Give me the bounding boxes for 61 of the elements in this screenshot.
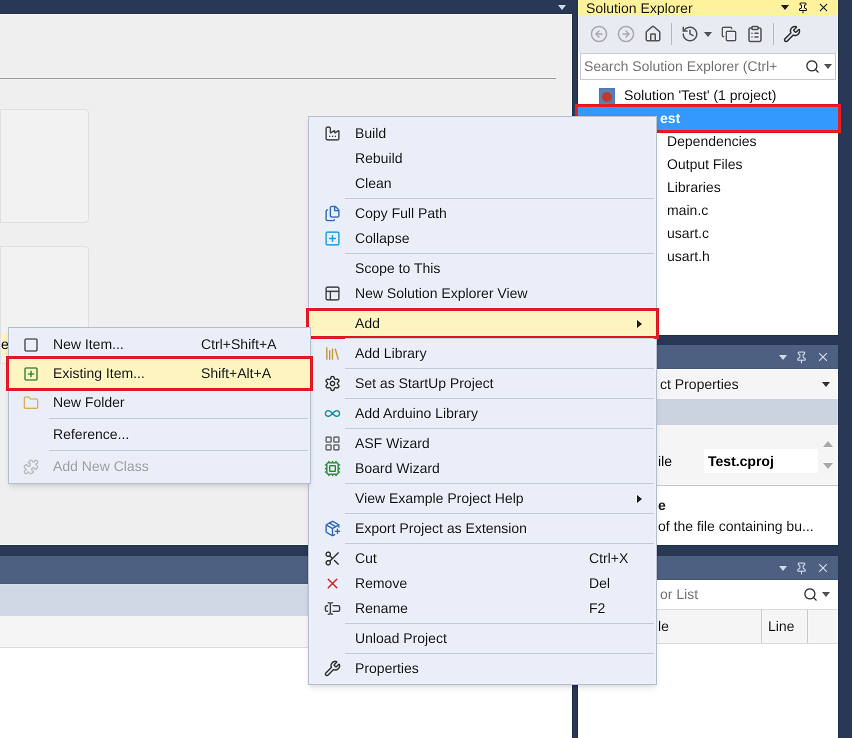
menu-item[interactable]: Reference...: [9, 420, 310, 449]
property-name: ile: [657, 452, 674, 470]
dropdown-caret-icon: [558, 4, 566, 10]
submenu-arrow-icon: [637, 494, 642, 502]
menu-item[interactable]: Export Project as Extension: [309, 516, 656, 541]
windows-icon: [324, 285, 340, 302]
menu-item[interactable]: Board Wizard: [309, 456, 656, 481]
dropdown-caret-icon: [824, 64, 832, 69]
dropdown-caret-icon: [779, 354, 787, 360]
folder-icon: [23, 394, 39, 410]
menu-item[interactable]: Add: [309, 311, 656, 336]
package-icon: [324, 520, 340, 537]
books-icon: [324, 345, 340, 362]
menu-item[interactable]: View Example Project Help: [309, 486, 656, 511]
files-icon: [324, 205, 340, 222]
chip-icon: [324, 460, 340, 477]
menu-item[interactable]: Collapse: [309, 226, 656, 251]
menu-item[interactable]: Clean: [309, 171, 656, 196]
property-value: Test.cproj: [704, 449, 818, 473]
menu-item[interactable]: Properties: [309, 656, 656, 681]
wrench-icon[interactable]: [783, 25, 801, 43]
dropdown-caret-icon: [781, 5, 789, 10]
search-icon: [805, 59, 820, 74]
menu-item[interactable]: Add Library: [309, 341, 656, 366]
clipboard-icon[interactable]: [746, 25, 764, 43]
pin-icon[interactable]: [797, 2, 809, 14]
close-icon[interactable]: [817, 1, 830, 14]
scissors-icon: [324, 550, 340, 567]
tree-item[interactable]: Solution 'Test' (1 project): [578, 84, 838, 107]
history-icon[interactable]: [681, 25, 699, 43]
search-field[interactable]: Search Solution Explorer (Ctrl+: [580, 53, 836, 80]
menu-item[interactable]: Cut Ctrl+X: [309, 546, 656, 571]
submenu-arrow-icon: [637, 320, 642, 328]
dropdown-caret-icon: [822, 592, 830, 597]
menu-item[interactable]: New Solution Explorer View: [309, 281, 656, 306]
menu-item[interactable]: Existing Item... Shift+Alt+A: [9, 359, 310, 388]
menu-item[interactable]: Scope to This: [309, 256, 656, 281]
solution-icon: [598, 86, 616, 104]
panel-title: Solution Explorer: [586, 0, 693, 14]
dropdown-caret-icon: [704, 32, 712, 36]
gear-icon: [324, 375, 340, 392]
menu-item[interactable]: Add Arduino Library: [309, 401, 656, 426]
menu-item[interactable]: New Item... Ctrl+Shift+A: [9, 330, 310, 359]
menu-item[interactable]: Copy Full Path: [309, 201, 656, 226]
factory-icon: [324, 125, 340, 142]
home-icon[interactable]: [644, 25, 662, 43]
grid-icon: [324, 435, 340, 452]
column-header[interactable]: Line: [762, 610, 808, 643]
menu-item[interactable]: New Folder: [9, 388, 310, 417]
dropdown-caret-icon: [779, 566, 787, 570]
menu-item[interactable]: ASF Wizard: [309, 431, 656, 456]
wrench-icon: [324, 660, 340, 677]
search-icon: [803, 587, 818, 602]
description-text: of the file containing bu...: [658, 516, 815, 536]
dropdown-caret-icon: [822, 382, 830, 386]
new-item-icon: [23, 336, 39, 352]
description-title: e: [658, 496, 667, 514]
plus-square-icon: [324, 230, 340, 247]
textbox-icon: [324, 600, 340, 617]
add-item-icon: [23, 366, 39, 382]
menu-item[interactable]: Rebuild: [309, 146, 656, 171]
